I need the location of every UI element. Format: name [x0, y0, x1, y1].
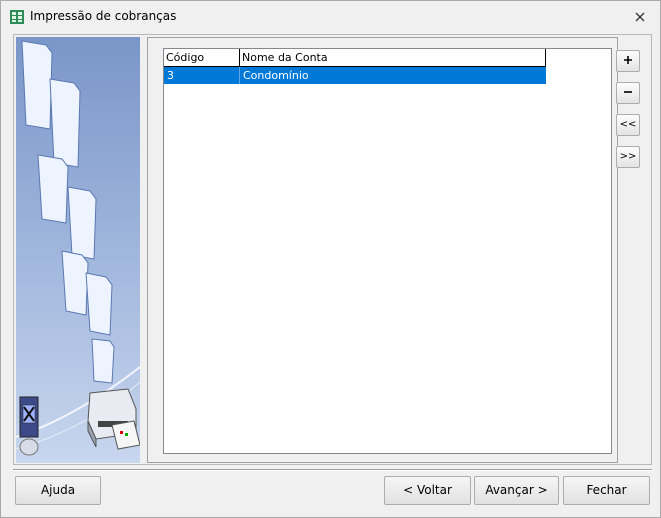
- computer-icon: [19, 396, 39, 456]
- close-icon[interactable]: [634, 11, 646, 23]
- first-button[interactable]: <<: [616, 114, 640, 136]
- footer-divider: [13, 469, 652, 471]
- grid-header: Código Nome da Conta: [164, 49, 546, 67]
- add-button[interactable]: [616, 50, 640, 72]
- spreadsheet-icon: [10, 10, 24, 24]
- plus-icon: [624, 56, 632, 64]
- cell-codigo: 3: [164, 67, 240, 84]
- list-panel: Código Nome da Conta 3 Condomínio: [147, 37, 618, 463]
- column-header-nome-da-conta[interactable]: Nome da Conta: [240, 49, 546, 67]
- accounts-grid[interactable]: Código Nome da Conta 3 Condomínio: [163, 48, 612, 454]
- title-bar: Impressão de cobranças: [1, 1, 660, 31]
- documents-to-printer-illustration: [15, 40, 141, 456]
- close-button[interactable]: Fechar: [563, 476, 650, 505]
- back-button[interactable]: < Voltar: [384, 476, 471, 505]
- content-frame: Código Nome da Conta 3 Condomínio << >>: [13, 34, 652, 465]
- cell-nome-da-conta: Condomínio: [243, 69, 309, 82]
- column-header-codigo[interactable]: Código: [164, 49, 240, 67]
- remove-button[interactable]: [616, 82, 640, 104]
- next-button[interactable]: Avançar >: [474, 476, 559, 505]
- minus-icon: [624, 91, 632, 93]
- wizard-side-image: [15, 37, 141, 463]
- printer-icon: [87, 388, 141, 450]
- window-title: Impressão de cobranças: [30, 9, 177, 23]
- dialog-window: Impressão de cobranças Código Nome da Co…: [0, 0, 661, 518]
- table-row[interactable]: 3 Condomínio: [164, 67, 546, 84]
- help-button[interactable]: Ajuda: [15, 476, 101, 505]
- last-button[interactable]: >>: [616, 146, 640, 168]
